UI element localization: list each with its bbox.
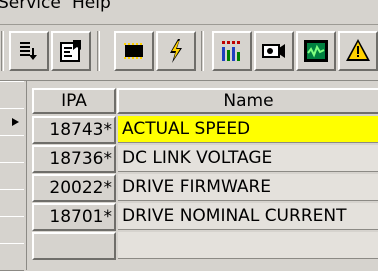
ipa-cell[interactable]: 20022*: [32, 174, 116, 202]
gutter-cell[interactable]: [0, 108, 24, 136]
chip-icon: [124, 43, 143, 59]
warning-button[interactable]: [338, 31, 378, 71]
gutter-cell[interactable]: [0, 135, 24, 163]
lightning-button[interactable]: [156, 31, 196, 71]
row-selector-gutter: [0, 81, 27, 271]
name-cell[interactable]: DRIVE FIRMWARE: [118, 174, 378, 201]
bar-trend-icon: [222, 41, 240, 61]
menu-service[interactable]: Service: [0, 0, 61, 13]
name-cell[interactable]: [118, 232, 378, 259]
gutter-cell[interactable]: [0, 216, 24, 244]
column-header-name[interactable]: Name: [117, 88, 378, 114]
ipa-cell[interactable]: 18701*: [32, 203, 116, 231]
ipa-cell[interactable]: 18743*: [32, 116, 116, 144]
properties-icon: [60, 40, 81, 62]
menu-service-label: Service: [0, 0, 61, 13]
gutter-cell[interactable]: [0, 189, 24, 217]
column-header-ipa[interactable]: IPA: [32, 88, 116, 114]
properties-button[interactable]: [51, 31, 91, 71]
warning-icon: [346, 39, 370, 61]
oscilloscope-button[interactable]: [296, 31, 336, 71]
bar-trend-button[interactable]: [212, 31, 252, 71]
oscilloscope-icon: [304, 40, 328, 62]
menu-help[interactable]: Help: [72, 0, 111, 13]
camera-icon: [262, 44, 285, 58]
ipa-cell[interactable]: 18736*: [32, 145, 116, 173]
menu-bar: Service Help: [0, 0, 378, 25]
menu-help-label: Help: [72, 0, 111, 13]
toolbar-separator: [97, 31, 100, 71]
name-cell[interactable]: DRIVE NOMINAL CURRENT: [118, 203, 378, 230]
name-cell[interactable]: ACTUAL SPEED: [118, 116, 378, 143]
gutter-cell[interactable]: [0, 162, 24, 190]
lightning-icon: [170, 39, 182, 63]
download-list-icon: [20, 42, 37, 60]
chip-button[interactable]: [114, 31, 154, 71]
camera-button[interactable]: [254, 31, 294, 71]
download-list-button[interactable]: [9, 31, 49, 71]
toolbar: [0, 25, 378, 77]
parameter-table: IPA Name 18743* ACTUAL SPEED 18736* DC L…: [0, 80, 378, 271]
gutter-cell: [0, 81, 24, 109]
row-pointer-icon: [12, 118, 19, 126]
gutter-cell[interactable]: [0, 243, 24, 271]
toolbar-separator: [201, 31, 204, 71]
name-cell[interactable]: DC LINK VOLTAGE: [118, 145, 378, 172]
ipa-cell[interactable]: [32, 232, 116, 260]
toolbar-separator: [1, 31, 4, 71]
